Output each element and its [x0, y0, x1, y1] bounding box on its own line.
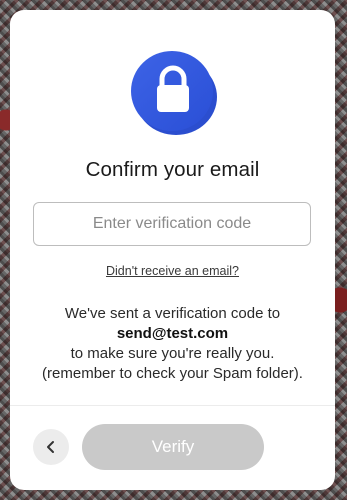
- back-button[interactable]: [33, 429, 69, 465]
- lock-icon: [129, 48, 217, 136]
- footer-divider: [10, 405, 335, 406]
- verification-code-input[interactable]: [33, 202, 311, 246]
- verify-button[interactable]: Verify: [82, 424, 264, 470]
- verification-message: We've sent a verification code to send@t…: [28, 304, 317, 384]
- message-line-sent: We've sent a verification code to: [64, 305, 281, 322]
- confirm-email-dialog: Confirm your email Didn't receive an ema…: [10, 10, 335, 490]
- message-line-spam-reminder: (remember to check your Spam folder).: [42, 365, 303, 382]
- email-address: send@test.com: [116, 325, 229, 342]
- dialog-title: Confirm your email: [85, 158, 260, 181]
- chevron-left-icon: [44, 440, 58, 454]
- message-line-purpose: to make sure you're really you.: [70, 345, 275, 362]
- resend-email-link[interactable]: Didn't receive an email?: [10, 264, 335, 278]
